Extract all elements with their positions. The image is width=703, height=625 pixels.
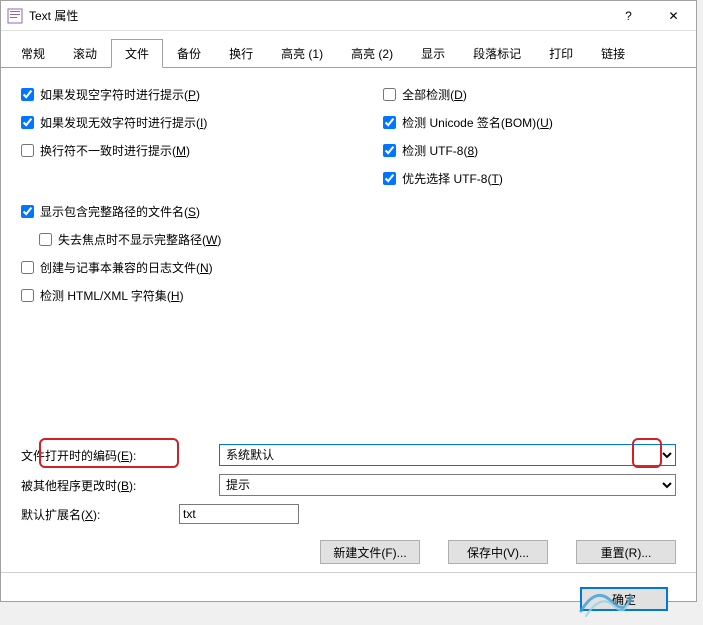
decoration-swirl [576,581,636,621]
right-checkbox-3[interactable] [383,172,396,185]
reset-button[interactable]: 重置(R)... [576,540,676,564]
left-check-2[interactable]: 换行符不一致时进行提示(M) [21,142,343,159]
left-checkbox-7[interactable] [21,289,34,302]
right-checkbox-1[interactable] [383,116,396,129]
bottom-form: 文件打开时的编码(E): 系统默认 被其他程序更改时(B): 提示 默认扩展名(… [1,444,696,524]
encoding-select[interactable]: 系统默认 [219,444,676,466]
newfile-button[interactable]: 新建文件(F)... [320,540,420,564]
left-checkbox-0[interactable] [21,88,34,101]
left-check-7[interactable]: 检测 HTML/XML 字符集(H) [21,287,343,304]
left-column: 如果发现空字符时进行提示(P) 如果发现无效字符时进行提示(I) 换行符不一致时进行… [21,86,343,304]
saving-button[interactable]: 保存中(V)... [448,540,548,564]
tab-3[interactable]: 备份 [163,39,215,67]
tab-8[interactable]: 段落标记 [459,39,535,67]
tabstrip: 常规滚动文件备份换行高亮 (1)高亮 (2)显示段落标记打印链接 [1,31,696,68]
left-checkbox-6[interactable] [21,261,34,274]
close-icon: ✕ [668,9,678,23]
tab-content: 如果发现空字符时进行提示(P) 如果发现无效字符时进行提示(I) 换行符不一致时进行… [1,68,696,314]
tab-5[interactable]: 高亮 (1) [267,39,337,67]
right-checkbox-2[interactable] [383,144,396,157]
right-check-3[interactable]: 优先选择 UTF-8(T) [383,170,676,187]
right-check-0[interactable]: 全部检测(D) [383,86,676,103]
tab-10[interactable]: 链接 [587,39,639,67]
help-button[interactable]: ? [606,1,651,31]
tab-2[interactable]: 文件 [111,39,163,68]
left-checkbox-4[interactable] [21,205,34,218]
right-column: 全部检测(D) 检测 Unicode 签名(BOM)(U) 检测 UTF-8(8) 优… [383,86,676,304]
button-row: 新建文件(F)... 保存中(V)... 重置(R)... [1,532,696,572]
left-checkbox-1[interactable] [21,116,34,129]
changed-label: 被其他程序更改时(B): [21,477,219,494]
help-icon: ? [625,9,632,23]
right-checkbox-0[interactable] [383,88,396,101]
dialog-container: Text 属性 ? ✕ 常规滚动文件备份换行高亮 (1)高亮 (2)显示段落标记… [0,0,697,602]
left-check-6[interactable]: 创建与记事本兼容的日志文件(N) [21,259,343,276]
encoding-label: 文件打开时的编码(E): [21,447,219,464]
right-check-1[interactable]: 检测 Unicode 签名(BOM)(U) [383,114,676,131]
ok-row: 确定 [1,573,696,625]
tab-4[interactable]: 换行 [215,39,267,67]
left-check-1[interactable]: 如果发现无效字符时进行提示(I) [21,114,343,131]
ext-row: 默认扩展名(X): [21,504,676,524]
right-check-2[interactable]: 检测 UTF-8(8) [383,142,676,159]
left-checkbox-5[interactable] [39,233,52,246]
changed-select[interactable]: 提示 [219,474,676,496]
encoding-row: 文件打开时的编码(E): 系统默认 [21,444,676,466]
left-checkbox-2[interactable] [21,144,34,157]
left-check-0[interactable]: 如果发现空字符时进行提示(P) [21,86,343,103]
left-check-5[interactable]: 失去焦点时不显示完整路径(W) [39,231,343,248]
changed-row: 被其他程序更改时(B): 提示 [21,474,676,496]
tab-0[interactable]: 常规 [7,39,59,67]
tab-1[interactable]: 滚动 [59,39,111,67]
titlebar: Text 属性 ? ✕ [1,1,696,31]
left-check-4[interactable]: 显示包含完整路径的文件名(S) [21,203,343,220]
ext-label: 默认扩展名(X): [21,506,179,523]
tab-7[interactable]: 显示 [407,39,459,67]
ext-input[interactable] [179,504,299,524]
tab-6[interactable]: 高亮 (2) [337,39,407,67]
dialog-title: Text 属性 [29,7,606,24]
tab-9[interactable]: 打印 [535,39,587,67]
app-icon [7,8,23,24]
close-button[interactable]: ✕ [651,1,696,31]
